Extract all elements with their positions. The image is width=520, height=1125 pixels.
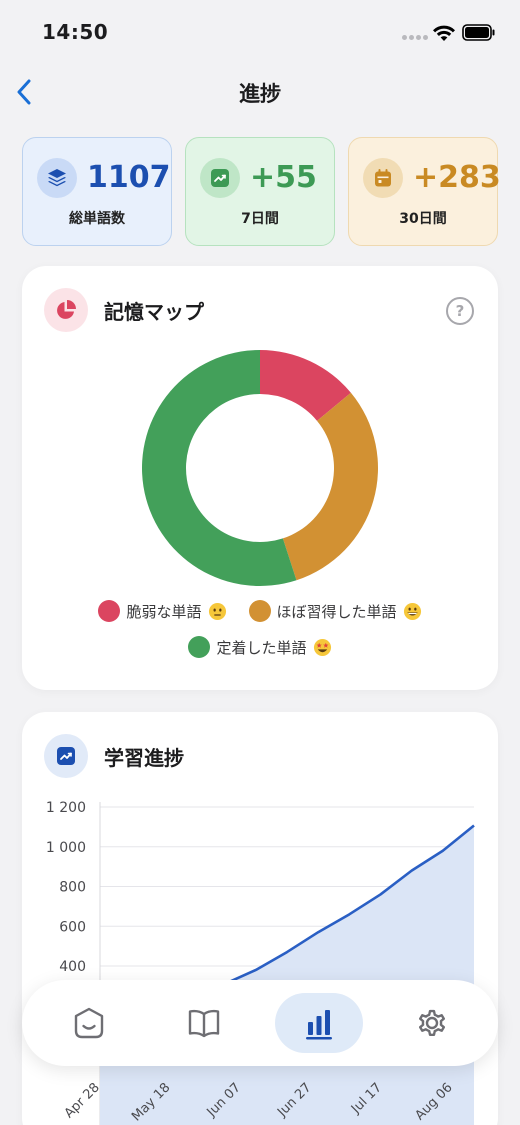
- memory-map-card: 記憶マップ ? 脆弱な単語 ほぼ習得した単語 定着した単語: [22, 266, 498, 690]
- pie-chart-icon: [44, 288, 88, 332]
- stat-card-7days: +55 7日間: [185, 137, 335, 246]
- trending-up-icon: [200, 158, 240, 198]
- tab-words[interactable]: [160, 993, 248, 1053]
- calendar-icon: [363, 158, 403, 198]
- legend-dot: [248, 600, 271, 622]
- legend-dot: [98, 600, 121, 622]
- help-icon[interactable]: ?: [446, 297, 474, 325]
- stat-card-30days: +283 30日間: [348, 137, 501, 246]
- learning-progress-title: 学習進捗: [104, 746, 184, 770]
- memory-donut-chart: [141, 350, 378, 586]
- legend-dot: [188, 636, 211, 658]
- y-tick-label: 1 200: [46, 800, 86, 816]
- battery-icon: [462, 24, 495, 41]
- x-tick-label: Apr 28: [62, 1080, 103, 1121]
- memory-map-title: 記憶マップ: [104, 300, 204, 324]
- home-face-icon: [74, 1007, 104, 1039]
- status-time: 14:50: [42, 20, 109, 44]
- legend-item-fragile: 脆弱な単語: [98, 600, 226, 622]
- stat-label: 30日間: [399, 211, 447, 227]
- legend-row: 脆弱な単語 ほぼ習得した単語: [22, 600, 498, 622]
- book-icon: [188, 1009, 220, 1038]
- tab-home[interactable]: [45, 993, 133, 1053]
- header: 進捗: [0, 64, 520, 120]
- signal-icon: [402, 35, 428, 41]
- legend-item-established: 定着した単語: [188, 636, 331, 658]
- tab-progress[interactable]: [275, 993, 363, 1053]
- tab-bar: [22, 980, 498, 1066]
- progress-area: [100, 825, 474, 1125]
- stat-card-total: 1107 総単語数: [22, 137, 172, 246]
- wifi-icon: [433, 25, 455, 41]
- star-struck-icon: [313, 638, 331, 656]
- stat-value: +55: [250, 160, 317, 195]
- y-tick-label: 600: [59, 919, 86, 935]
- gear-icon: [419, 1009, 445, 1037]
- stat-label: 総単語数: [69, 211, 125, 227]
- legend-label: ほぼ習得した単語: [276, 602, 397, 621]
- stat-value: +283: [413, 160, 501, 195]
- legend-label: 定着した単語: [216, 638, 307, 657]
- neutral-face-icon: [208, 602, 226, 620]
- bar-chart-icon: [306, 1010, 332, 1040]
- y-tick-label: 1 000: [46, 840, 86, 856]
- layers-icon: [37, 158, 77, 198]
- tab-settings[interactable]: [388, 993, 476, 1053]
- chart-up-icon: [44, 734, 88, 778]
- donut-slice-2: [282, 392, 378, 581]
- stat-value: 1107: [87, 160, 171, 195]
- stat-label: 7日間: [241, 211, 279, 227]
- legend-item-almost: ほぼ習得した単語: [248, 600, 422, 622]
- status-bar: 14:50: [0, 0, 520, 64]
- legend-row: 定着した単語: [22, 636, 498, 658]
- page-title: 進捗: [239, 82, 281, 106]
- legend-label: 脆弱な単語: [126, 602, 202, 621]
- learning-progress-chart: 1 2001 000800600400Apr 28 May 18 Jun 07 Jun…: [46, 800, 475, 1125]
- grinning-face-icon: [403, 602, 421, 620]
- y-tick-label: 800: [59, 880, 86, 896]
- y-tick-label: 400: [59, 959, 86, 975]
